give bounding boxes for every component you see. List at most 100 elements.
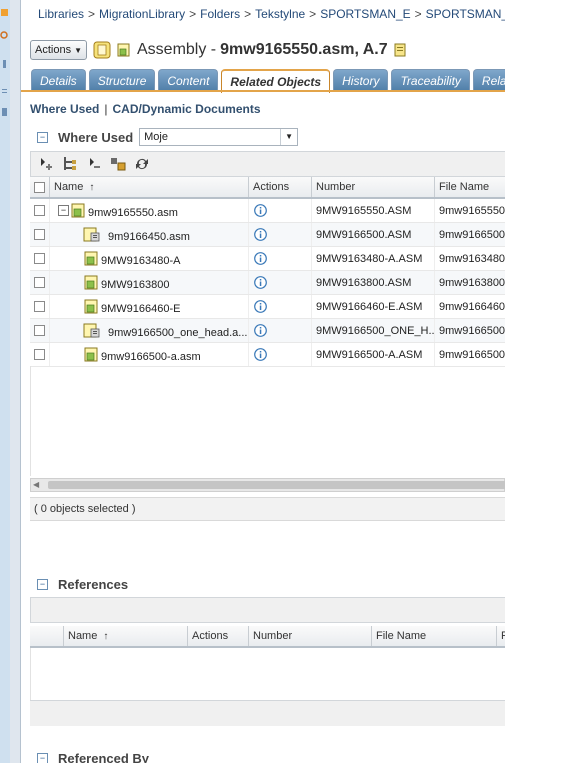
column-name[interactable]: Name ↑	[50, 177, 249, 197]
table-row[interactable]: 9mw9166500-a.asm 9MW9166500-A.ASM 9mw916…	[30, 343, 505, 367]
column-file-name[interactable]: File Name	[372, 626, 497, 646]
tab-history[interactable]: History	[333, 69, 389, 91]
row-number: 9MW9166460-E.ASM	[312, 295, 435, 318]
breadcrumb-tekstylne[interactable]: Tekstylne	[255, 7, 305, 21]
row-file-name: 9mw9166500	[439, 324, 505, 337]
row-name[interactable]: 9MW9163800	[101, 279, 170, 291]
refresh-icon[interactable]	[133, 155, 151, 173]
info-icon[interactable]	[254, 228, 267, 241]
clipboard-icon[interactable]	[93, 41, 111, 59]
breadcrumb-sportsman[interactable]: SPORTSMAN_	[426, 7, 505, 21]
horizontal-scrollbar[interactable]: ◀	[30, 478, 505, 492]
column-actions[interactable]: Actions	[249, 177, 312, 197]
row-checkbox[interactable]	[34, 205, 45, 216]
breadcrumb-folders[interactable]: Folders	[200, 7, 240, 21]
row-number: 9MW9166500.ASM	[312, 223, 435, 246]
scroll-left-icon[interactable]: ◀	[33, 479, 39, 491]
table-row[interactable]: 9m9166450.asm 9MW9166500.ASM 9mw9166500	[30, 223, 505, 247]
tab-related[interactable]: Relat	[472, 69, 505, 91]
row-file-name: 9mw9166500	[439, 228, 505, 241]
expand-toggle-icon[interactable]: −	[58, 205, 69, 216]
select-all-cell	[30, 177, 50, 197]
column-name[interactable]: Name ↑	[64, 626, 188, 646]
structure-filter-icon[interactable]	[109, 155, 127, 173]
collapse-icon[interactable]: −	[37, 753, 48, 763]
tab-content[interactable]: Content	[158, 69, 219, 91]
subnav-cad-documents[interactable]: CAD/Dynamic Documents	[112, 102, 260, 116]
column-actions[interactable]: Actions	[188, 626, 249, 646]
tab-structure[interactable]: Structure	[88, 69, 156, 91]
actions-label: Actions	[35, 44, 72, 56]
view-select[interactable]: Moje ▼	[139, 128, 299, 146]
part-icon	[84, 251, 98, 266]
info-icon[interactable]	[254, 300, 267, 313]
object-title-bar: Actions ▼ Assembly - 9mw9165550.asm, A.7	[30, 38, 406, 62]
collapse-icon[interactable]: −	[37, 131, 48, 143]
subnav-where-used[interactable]: Where Used	[30, 102, 99, 116]
row-name[interactable]: 9mw9165550.asm	[88, 207, 178, 219]
row-checkbox[interactable]	[34, 301, 45, 312]
tab-traceability[interactable]: Traceability	[391, 69, 470, 91]
column-number[interactable]: Number	[249, 626, 372, 646]
row-checkbox[interactable]	[34, 277, 45, 288]
table-header: Name ↑ Actions Number File Name	[30, 177, 505, 199]
references-footer	[30, 700, 505, 726]
collapse-all-icon[interactable]	[85, 155, 103, 173]
row-number: 9MW9163800.ASM	[312, 271, 435, 294]
info-icon[interactable]	[254, 204, 267, 217]
chevron-down-icon: ▼	[74, 45, 82, 55]
info-icon[interactable]	[254, 324, 267, 337]
references-table-body	[30, 648, 505, 700]
table-empty-area	[30, 366, 505, 476]
sidebar-list-icon[interactable]	[0, 86, 9, 98]
row-name[interactable]: 9m9166450.asm	[108, 231, 190, 243]
column-r[interactable]: R	[497, 626, 505, 646]
object-name: 9mw9165550.asm, A.7	[220, 41, 388, 58]
expand-all-icon[interactable]	[37, 155, 55, 173]
references-title: References	[58, 577, 129, 592]
breadcrumb: Libraries > MigrationLibrary > Folders >…	[21, 0, 505, 28]
row-name[interactable]: 9mw9166500_one_head.a...	[108, 327, 247, 339]
row-checkbox[interactable]	[34, 349, 45, 360]
breadcrumb-sportsman-e[interactable]: SPORTSMAN_E	[320, 7, 410, 21]
tab-details[interactable]: Details	[31, 69, 86, 91]
tree-structure-icon[interactable]	[61, 155, 79, 173]
row-name[interactable]: 9MW9163480-A	[101, 255, 181, 267]
column-number[interactable]: Number	[312, 177, 435, 197]
actions-menu-button[interactable]: Actions ▼	[30, 40, 87, 60]
navigator-collapse-bar[interactable]	[10, 0, 21, 763]
row-name[interactable]: 9MW9166460-E	[101, 303, 181, 315]
info-icon[interactable]	[254, 252, 267, 265]
table-row[interactable]: − 9mw9165550.asm 9MW9165550.ASM 9mw91655…	[30, 199, 505, 223]
row-checkbox[interactable]	[34, 325, 45, 336]
breadcrumb-migrationlibrary[interactable]: MigrationLibrary	[99, 7, 185, 21]
row-number: 9MW9166500-A.ASM	[312, 343, 435, 366]
main-content: Libraries > MigrationLibrary > Folders >…	[21, 0, 505, 763]
row-name[interactable]: 9mw9166500-a.asm	[101, 351, 201, 363]
where-used-toolbar	[30, 151, 505, 177]
part-icon	[84, 299, 98, 314]
table-row[interactable]: 9MW9163800 9MW9163800.ASM 9mw9163800	[30, 271, 505, 295]
table-row[interactable]: 9mw9166500_one_head.a... 9MW9166500_ONE_…	[30, 319, 505, 343]
sidebar-home-icon[interactable]	[0, 6, 9, 18]
collapse-icon[interactable]: −	[37, 579, 48, 590]
sidebar-pin-icon[interactable]	[0, 58, 9, 70]
scrollbar-thumb[interactable]	[48, 481, 505, 489]
select-all-checkbox[interactable]	[34, 181, 45, 193]
row-checkbox[interactable]	[34, 253, 45, 264]
subnav-separator: |	[104, 102, 108, 116]
table-row[interactable]: 9MW9163480-A 9MW9163480-A.ASM 9mw9163480	[30, 247, 505, 271]
row-checkbox[interactable]	[34, 229, 45, 240]
sidebar-bookmark-icon[interactable]	[0, 106, 9, 118]
breadcrumb-libraries[interactable]: Libraries	[38, 7, 84, 21]
info-icon[interactable]	[254, 276, 267, 289]
chevron-down-icon[interactable]: ▼	[280, 129, 297, 145]
breadcrumb-separator: >	[88, 7, 96, 21]
column-file-name[interactable]: File Name	[435, 177, 505, 197]
sidebar-search-icon[interactable]	[0, 30, 9, 42]
breadcrumb-separator: >	[414, 7, 422, 21]
note-icon[interactable]	[394, 43, 406, 57]
table-row[interactable]: 9MW9166460-E 9MW9166460-E.ASM 9mw9166460	[30, 295, 505, 319]
info-icon[interactable]	[254, 348, 267, 361]
selection-status: ( 0 objects selected )	[30, 497, 505, 521]
